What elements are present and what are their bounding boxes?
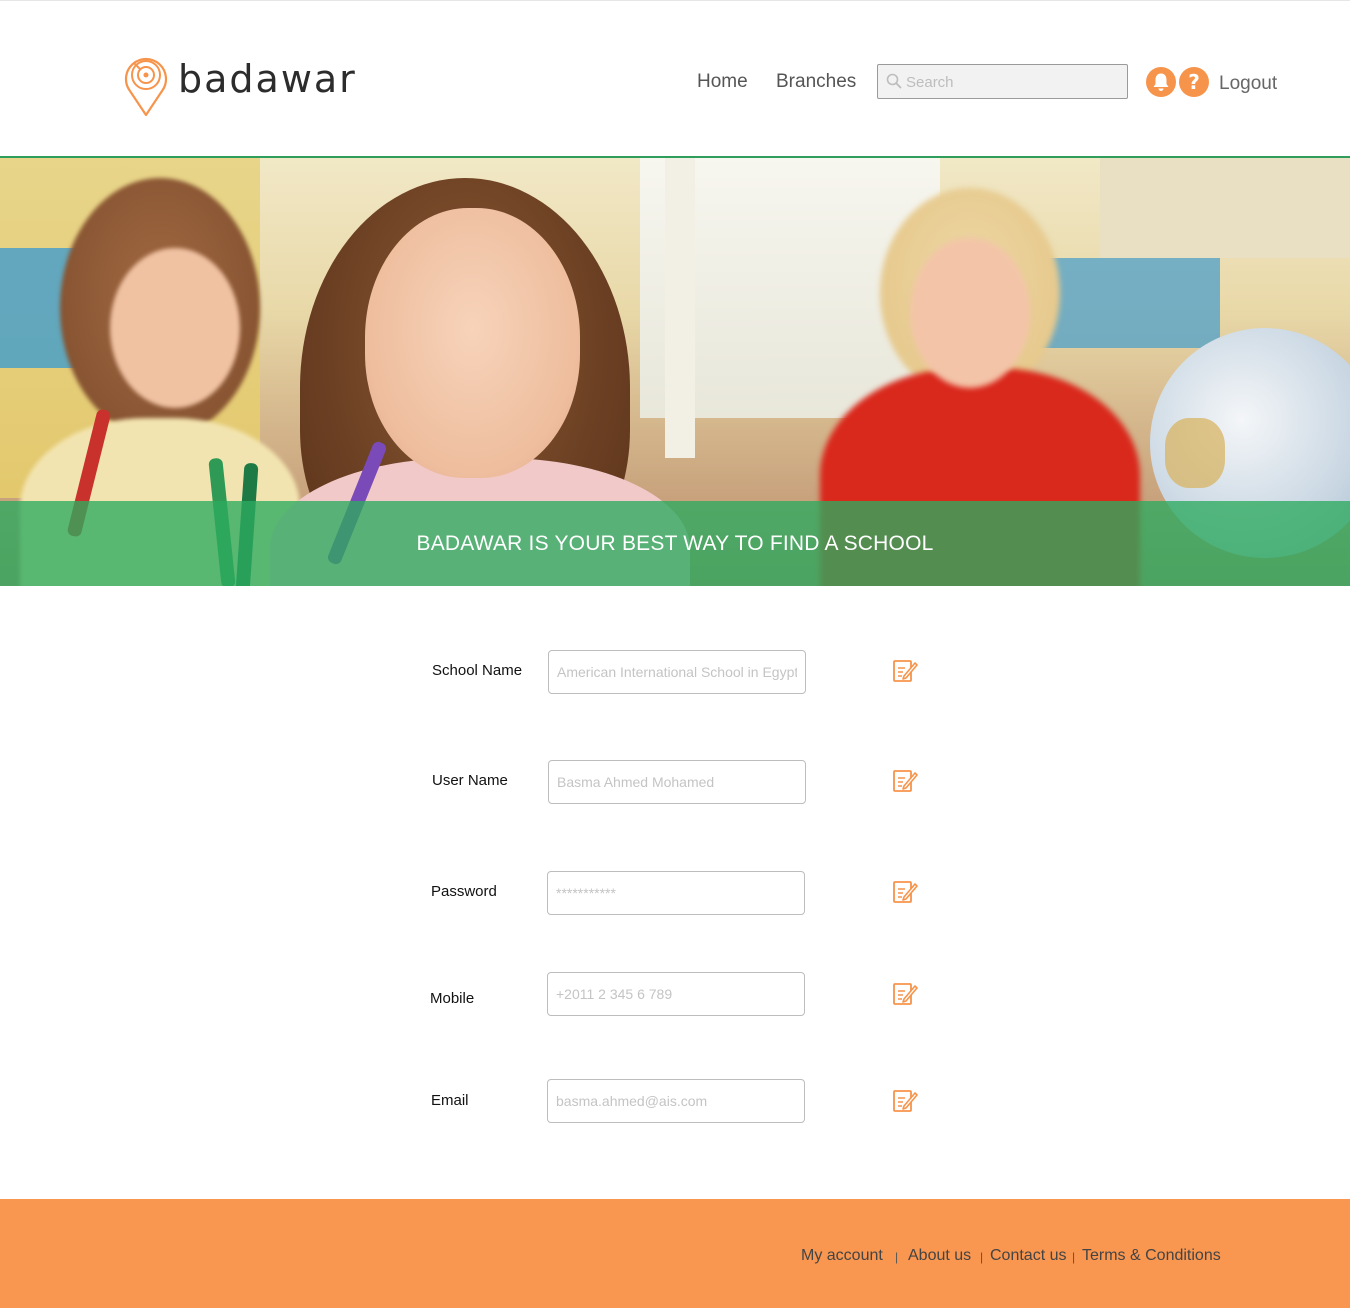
notifications-button[interactable] [1146,67,1176,97]
brand-name: badawar [178,57,357,101]
footer-link-my-account[interactable]: My account [801,1247,883,1265]
footer-link-terms[interactable]: Terms & Conditions [1082,1247,1221,1265]
nav-home-link[interactable]: Home [697,71,748,93]
edit-icon[interactable] [892,877,918,905]
header: badawar Home Branches ? Logout [0,0,1350,158]
footer-link-contact-us[interactable]: Contact us [990,1247,1066,1265]
hero-banner: BADAWAR IS YOUR BEST WAY TO FIND A SCHOO… [0,158,1350,586]
edit-icon[interactable] [892,766,918,794]
location-pin-logo-icon [124,57,168,117]
footer-separator: | [980,1250,984,1264]
mobile-row: Mobile [0,972,1350,1016]
search-box[interactable] [877,64,1128,99]
user-name-input[interactable] [548,760,806,804]
edit-icon[interactable] [892,979,918,1007]
mobile-input[interactable] [547,972,805,1016]
password-label: Password [431,883,497,900]
user-name-label: User Name [432,772,508,789]
footer: My account | About us | Contact us | Ter… [0,1199,1350,1308]
bell-icon [1153,73,1169,91]
footer-link-about-us[interactable]: About us [908,1247,971,1265]
email-row: Email [0,1079,1350,1123]
email-input[interactable] [547,1079,805,1123]
search-input[interactable] [906,69,1121,95]
footer-separator: | [1072,1250,1076,1264]
brand-logo[interactable]: badawar [122,49,355,117]
nav-branches-link[interactable]: Branches [776,71,856,93]
search-icon [886,73,902,89]
school-name-input[interactable] [548,650,806,694]
edit-icon[interactable] [892,1086,918,1114]
password-input[interactable] [547,871,805,915]
school-name-row: School Name [0,650,1350,694]
question-icon: ? [1188,70,1200,94]
edit-icon[interactable] [892,656,918,684]
email-label: Email [431,1092,469,1109]
footer-separator: | [895,1250,899,1264]
hero-title-bar: BADAWAR IS YOUR BEST WAY TO FIND A SCHOO… [0,501,1350,586]
help-button[interactable]: ? [1179,67,1209,97]
school-name-label: School Name [432,662,523,679]
hero-title: BADAWAR IS YOUR BEST WAY TO FIND A SCHOO… [416,531,934,555]
password-row: Password [0,871,1350,915]
mobile-label: Mobile [430,990,475,1007]
user-name-row: User Name [0,760,1350,804]
logout-link[interactable]: Logout [1219,73,1277,95]
